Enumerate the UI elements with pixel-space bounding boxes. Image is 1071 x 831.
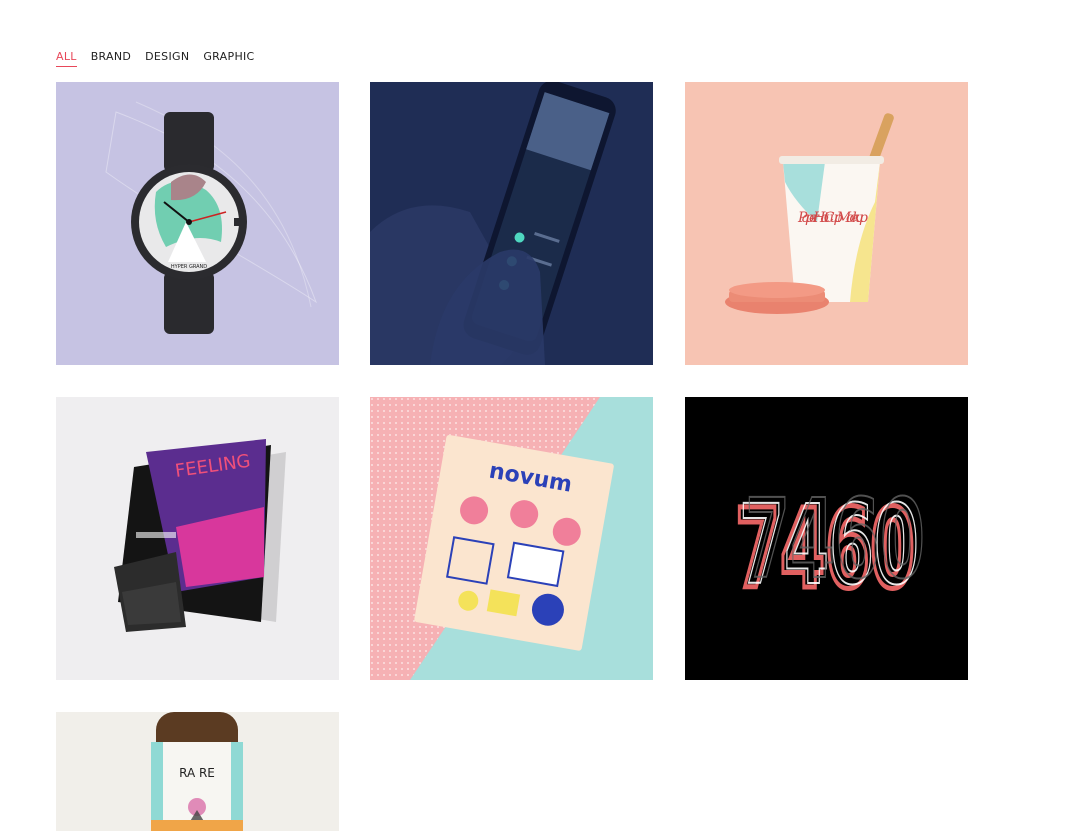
portfolio-item-watch[interactable]: HYPER GRAND	[56, 82, 339, 365]
filter-brand[interactable]: BRAND	[91, 50, 131, 67]
portfolio-item-novum[interactable]: novum	[370, 397, 653, 680]
portfolio-item-numbers[interactable]: 7460 7460 7460	[685, 397, 968, 680]
paper-cup-image: Paper Hot Cup Mock up	[685, 82, 968, 365]
filter-all[interactable]: ALL	[56, 50, 77, 67]
portfolio-item-magazine[interactable]: FEELING	[56, 397, 339, 680]
magazine-image: FEELING	[56, 397, 339, 680]
portfolio-item-bottle[interactable]: RA RE	[56, 712, 339, 831]
numbers-logo-image: 7460 7460 7460	[685, 397, 968, 680]
svg-text:RA RE: RA RE	[179, 766, 215, 780]
bottle-image: RA RE	[56, 712, 339, 831]
portfolio-filter-nav: ALL BRAND DESIGN GRAPHIC	[56, 50, 255, 67]
phone-image	[370, 82, 653, 365]
portfolio-item-paper-cup[interactable]: Paper Hot Cup Mock up	[685, 82, 968, 365]
filter-graphic[interactable]: GRAPHIC	[203, 50, 254, 67]
filter-design[interactable]: DESIGN	[145, 50, 189, 67]
novum-image: novum	[370, 397, 653, 680]
svg-text:HYPER GRAND: HYPER GRAND	[171, 264, 207, 270]
svg-text:7460: 7460	[745, 475, 925, 603]
portfolio-item-phone[interactable]	[370, 82, 653, 365]
svg-text:Paper Hot Cup Mock up: Paper Hot Cup Mock up	[797, 210, 868, 226]
watch-image: HYPER GRAND	[56, 82, 339, 365]
